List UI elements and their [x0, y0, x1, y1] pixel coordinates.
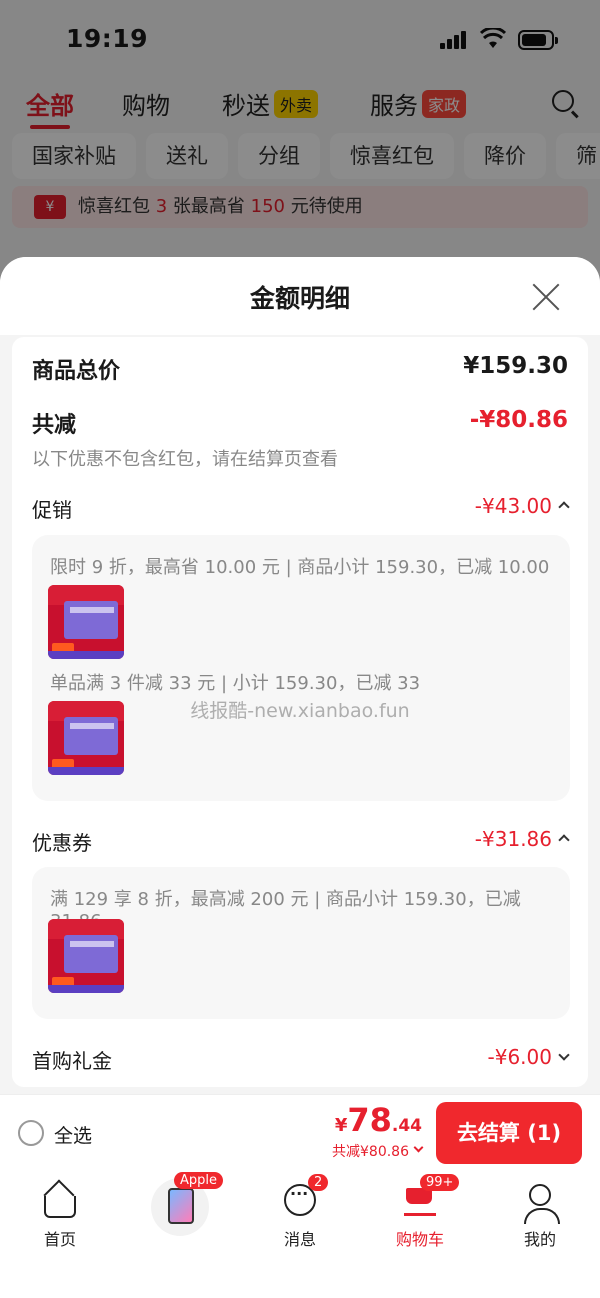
- bottom-tabbar: 首页 2 消息 99+ 购物车 我的: [0, 1170, 600, 1298]
- tab-cart-label: 购物车: [395, 1230, 444, 1249]
- reduction-note: 以下优惠不包含红包，请在结算页查看: [32, 449, 338, 470]
- cart-badge: 99+: [420, 1174, 460, 1191]
- cart-bar: 全选 ¥78.44 共减¥80.86 去结算 (1): [0, 1094, 600, 1170]
- promotion-toggle[interactable]: -¥43.00: [474, 494, 570, 519]
- chevron-down-icon: [413, 1142, 424, 1153]
- sheet-title: 金额明细: [249, 284, 350, 313]
- promo-line: 限时 9 折，最高省 10.00 元 | 商品小计 159.30，已减 10.0…: [50, 557, 550, 578]
- close-icon[interactable]: [530, 281, 562, 313]
- reduction-label: 共减: [32, 413, 77, 438]
- coupon-label: 优惠券: [32, 831, 92, 855]
- promo-line: 单品满 3 件减 33 元 | 小计 159.30，已减 33: [50, 673, 421, 694]
- price-int: 78: [347, 1101, 392, 1139]
- first-gift-value: -¥6.00: [487, 1045, 552, 1069]
- checkout-button[interactable]: 去结算 (1): [436, 1102, 582, 1164]
- coupon-details: 满 129 享 8 折，最高减 200 元 | 商品小计 159.30，已减 3…: [32, 867, 570, 1019]
- tab-me-label: 我的: [523, 1230, 556, 1249]
- tab-home-label: 首页: [43, 1230, 76, 1249]
- messages-badge: 2: [308, 1174, 329, 1191]
- price-dec: .44: [391, 1116, 422, 1136]
- ipad-icon: [168, 1188, 194, 1224]
- chevron-up-icon: [558, 834, 570, 846]
- select-all-radio[interactable]: [18, 1120, 44, 1146]
- promotion-label: 促销: [32, 498, 72, 522]
- profile-icon: [524, 1184, 560, 1224]
- select-all-label[interactable]: 全选: [54, 1121, 92, 1148]
- reduction-value: -¥80.86: [469, 407, 568, 433]
- first-gift-toggle[interactable]: -¥6.00: [487, 1045, 570, 1070]
- promotion-details: 限时 9 折，最高省 10.00 元 | 商品小计 159.30，已减 10.0…: [32, 535, 570, 801]
- watermark: 线报酷-new.xianbao.fun: [190, 700, 410, 722]
- home-icon: [44, 1196, 76, 1218]
- coupon-value: -¥31.86: [474, 827, 552, 851]
- sheet-header: 金额明细: [0, 257, 600, 335]
- tab-messages-label: 消息: [283, 1230, 316, 1249]
- goods-total-value: ¥159.30: [463, 353, 568, 379]
- total-price: ¥78.44: [335, 1101, 422, 1139]
- coupon-line: 满 129 享 8 折，最高减 200 元 | 商品小计 159.30，已减 3…: [50, 889, 521, 932]
- apple-badge: Apple: [174, 1172, 224, 1189]
- product-thumbnail[interactable]: [48, 919, 124, 993]
- coupon-toggle[interactable]: -¥31.86: [474, 827, 570, 852]
- chevron-up-icon: [558, 501, 570, 513]
- total-reduction-toggle[interactable]: 共减¥80.86: [332, 1141, 424, 1161]
- promotion-value: -¥43.00: [474, 494, 552, 518]
- currency-symbol: ¥: [334, 1115, 348, 1136]
- product-thumbnail[interactable]: [48, 585, 124, 659]
- total-reduction: 共减¥80.86: [332, 1144, 409, 1160]
- first-gift-label: 首购礼金: [32, 1049, 112, 1073]
- chevron-down-icon: [558, 1049, 570, 1061]
- goods-total-label: 商品总价: [32, 359, 121, 384]
